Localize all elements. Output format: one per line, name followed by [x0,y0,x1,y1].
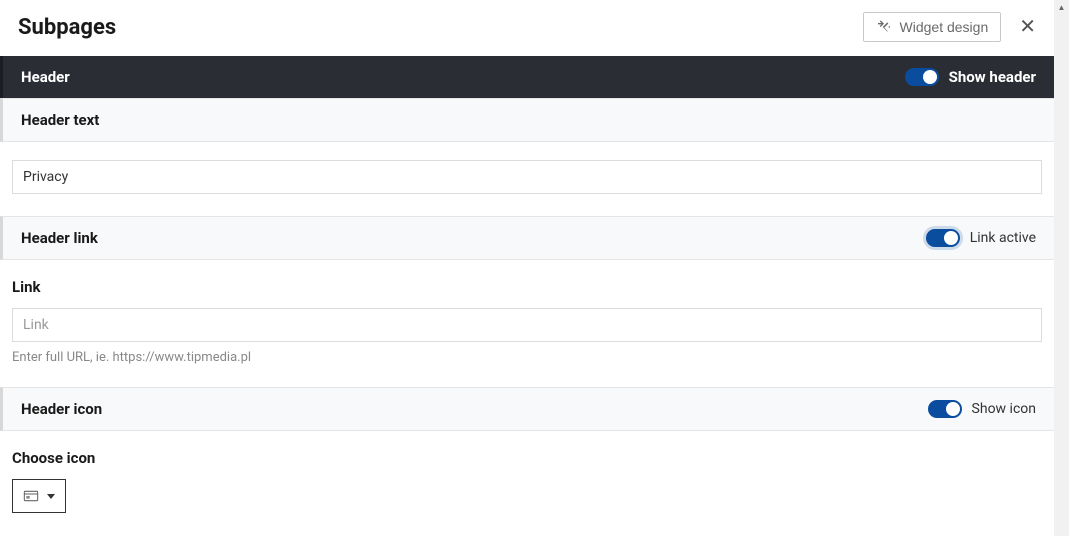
header-actions: Widget design ✕ [863,12,1036,42]
close-icon: ✕ [1019,16,1036,38]
header-icon-section-label: Header icon [21,400,102,418]
header-link-section-bar: Header link Link active [0,216,1054,260]
show-icon-toggle-label: Show icon [972,401,1036,417]
link-active-toggle-label: Link active [970,230,1036,246]
show-header-toggle-group: Show header [905,68,1036,86]
page-title: Subpages [18,15,116,40]
header-text-input[interactable] [12,160,1042,194]
close-button[interactable]: ✕ [1019,17,1036,37]
show-header-toggle-label: Show header [949,68,1036,86]
header-icon-section-bar: Header icon Show icon [0,387,1054,431]
scrollbar-arrow-up-icon: ▲ [1054,0,1069,15]
link-field-label: Link [12,278,1042,296]
card-icon [23,488,39,504]
toggle-knob [946,402,960,416]
toggle-knob [944,231,958,245]
widget-design-label: Widget design [900,19,989,35]
header-section-bar: Header Show header [0,56,1054,98]
icon-picker-button[interactable] [12,479,66,513]
link-active-toggle-group: Link active [926,229,1036,247]
header-section-label: Header [21,68,70,86]
link-helper-text: Enter full URL, ie. https://www.tipmedia… [12,350,1042,365]
link-active-toggle[interactable] [926,229,960,247]
show-icon-toggle[interactable] [928,400,962,418]
header-link-section-label: Header link [21,229,98,247]
widget-design-button[interactable]: Widget design [863,12,1002,42]
choose-icon-label: Choose icon [12,449,1042,467]
chevron-down-icon [47,494,55,499]
toggle-knob [923,70,937,84]
link-content: Link Enter full URL, ie. https://www.tip… [0,260,1054,387]
link-input[interactable] [12,308,1042,342]
page-header: Subpages Widget design ✕ [0,0,1054,56]
choose-icon-content: Choose icon [0,431,1054,535]
scrollbar[interactable]: ▲ [1054,0,1069,536]
header-text-section-label: Header text [21,111,99,129]
header-text-content [0,142,1054,216]
show-icon-toggle-group: Show icon [928,400,1036,418]
paint-bucket-icon [876,19,892,35]
header-text-section-bar: Header text [0,98,1054,142]
show-header-toggle[interactable] [905,68,939,86]
